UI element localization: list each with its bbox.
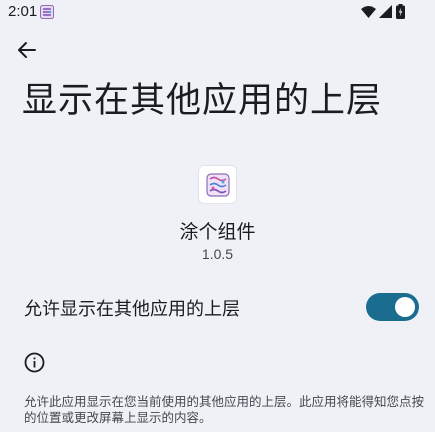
info-icon (24, 352, 45, 373)
permission-description: 允许此应用显示在您当前使用的其他应用的上层。此应用将能得知您点按的位置或更改屏幕… (24, 394, 425, 425)
app-notification-icon (40, 4, 54, 19)
toggle-thumb (395, 297, 415, 317)
page-title: 显示在其他应用的上层 (22, 81, 383, 121)
app-version: 1.0.5 (201, 246, 234, 262)
back-button[interactable] (13, 38, 41, 66)
permission-toggle[interactable] (366, 293, 419, 321)
status-time: 2:01 (8, 3, 38, 20)
status-bar: 2:01 (0, 0, 435, 24)
arrow-back-icon (17, 40, 37, 64)
permission-row[interactable]: 允许显示在其他应用的上层 (0, 286, 435, 326)
battery-icon (396, 4, 405, 23)
signal-icon (379, 4, 392, 23)
app-icon (198, 165, 237, 204)
status-icons (361, 4, 409, 20)
permission-label: 允许显示在其他应用的上层 (24, 299, 240, 320)
app-name: 涂个组件 (179, 221, 256, 243)
wifi-icon (361, 4, 376, 23)
